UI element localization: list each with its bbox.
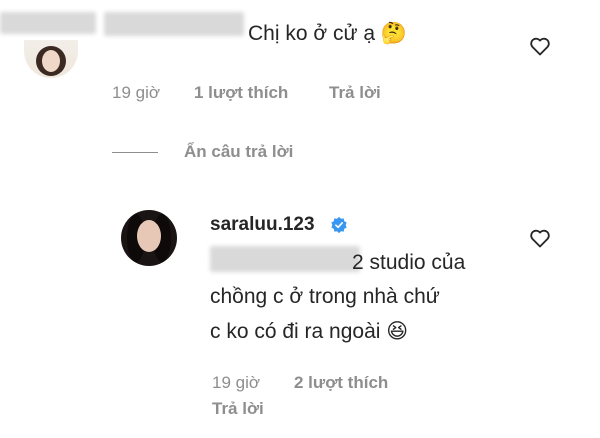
reply-time: 19 giờ <box>212 373 261 392</box>
comment-time: 19 giờ <box>112 83 161 102</box>
blurred-username <box>0 12 96 34</box>
avatar[interactable] <box>24 40 78 78</box>
reply-text-line1: 2 studio của <box>352 251 466 274</box>
hide-replies-button[interactable]: Ẩn câu trả lời <box>184 142 293 162</box>
reply-avatar[interactable] <box>121 210 177 266</box>
reply-button[interactable]: Trả lời <box>329 83 381 103</box>
blurred-username-2 <box>104 12 244 36</box>
verified-badge-icon <box>330 216 348 239</box>
blurred-mention <box>210 246 360 272</box>
reply-text-line3-body: c ko có đi ra ngoài <box>210 320 381 343</box>
comment-text-body: Chị ko ở cử ạ <box>248 22 376 45</box>
reply-text-line3: c ko có đi ra ngoài 😆 <box>210 319 408 344</box>
laughing-emoji-icon: 😆 <box>386 320 409 343</box>
reply-likes-count-link[interactable]: 2 lượt thích <box>294 373 388 393</box>
likes-count-link[interactable]: 1 lượt thích <box>194 83 288 103</box>
reply-reply-button[interactable]: Trả lời <box>212 399 264 419</box>
comment-text: Chị ko ở cử ạ 🤔 <box>248 22 407 46</box>
thinking-emoji-icon: 🤔 <box>380 22 408 45</box>
divider-line <box>112 152 158 153</box>
reply-username[interactable]: saraluu.123 <box>210 214 315 236</box>
like-heart-icon[interactable] <box>528 226 552 255</box>
reply-text-line2: chồng c ở trong nhà chứ <box>210 285 440 308</box>
like-heart-icon[interactable] <box>528 34 552 63</box>
